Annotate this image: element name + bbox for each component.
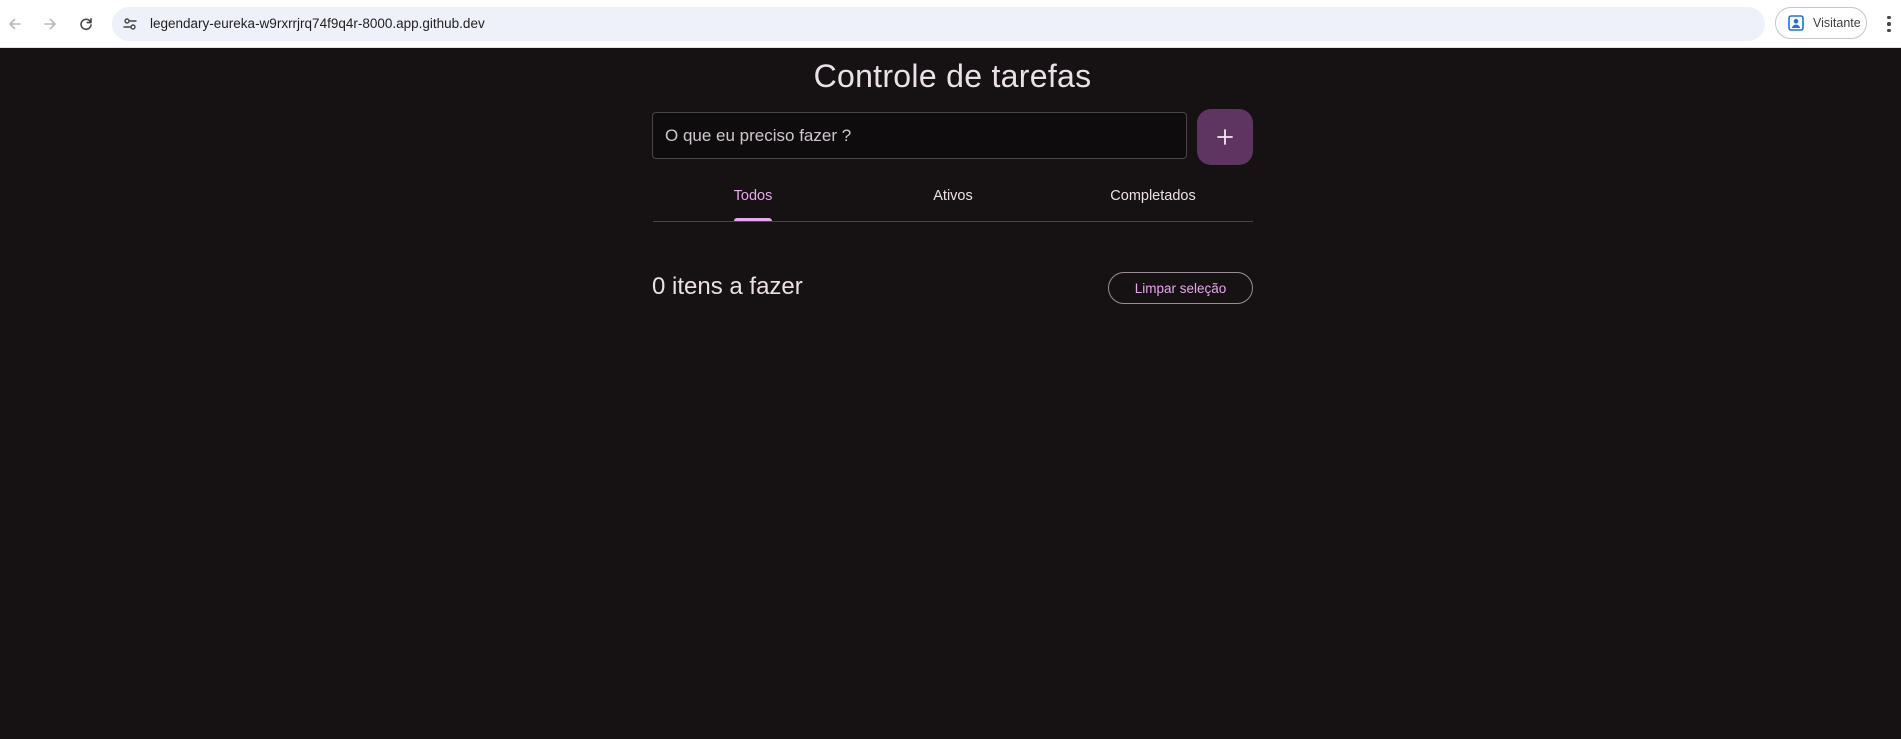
tab-completados-label: Completados (1110, 188, 1196, 204)
profile-icon (1788, 15, 1804, 31)
forward-arrow-icon (44, 18, 56, 30)
plus-icon (1217, 129, 1233, 145)
tab-ativos-label: Ativos (933, 188, 973, 204)
tab-strip-edge (1022, 0, 1252, 2)
active-tab-indicator (733, 218, 773, 221)
task-input[interactable] (652, 112, 1187, 159)
profile-button[interactable]: Visitante (1775, 7, 1867, 39)
reload-button[interactable] (74, 12, 98, 36)
tab-todos[interactable]: Todos (653, 178, 853, 222)
tab-ativos[interactable]: Ativos (853, 178, 1053, 222)
back-button[interactable] (3, 12, 27, 36)
clear-selection-button[interactable]: Limpar seleção (1108, 272, 1253, 304)
reload-icon (80, 18, 92, 31)
browser-toolbar: legendary-eureka-w9rxrrjrq74f9q4r-8000.a… (0, 0, 1901, 48)
page-title: Controle de tarefas (813, 58, 1092, 94)
tab-label: Todos (733, 188, 773, 221)
add-task-button[interactable] (1197, 109, 1253, 165)
more-vert-icon[interactable] (1882, 12, 1896, 36)
tab-todos-label: Todos (733, 188, 773, 204)
site-info-icon[interactable] (122, 16, 138, 32)
back-arrow-icon (9, 18, 21, 30)
url-text[interactable]: legendary-eureka-w9rxrrjrq74f9q4r-8000.a… (150, 16, 485, 31)
tab-strip-edge (1272, 0, 1901, 2)
address-bar[interactable]: legendary-eureka-w9rxrrjrq74f9q4r-8000.a… (112, 7, 1765, 41)
tab-completados[interactable]: Completados (1053, 178, 1253, 222)
items-count: 0 itens a fazer (652, 273, 803, 300)
profile-label: Visitante (1813, 16, 1861, 30)
filter-tabs: Todos Ativos Completados (653, 178, 1253, 222)
forward-button[interactable] (38, 12, 62, 36)
todo-app: Controle de tarefas Todos Ativos Complet… (0, 48, 1901, 739)
